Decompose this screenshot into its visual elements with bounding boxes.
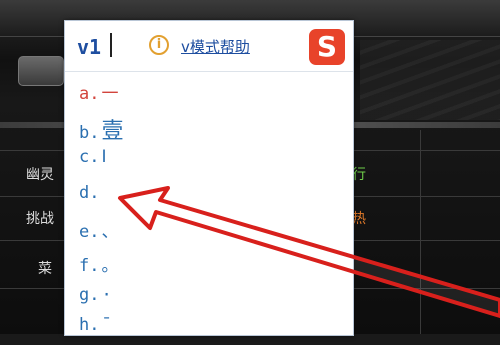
candidate-key: e. xyxy=(79,222,100,242)
info-icon[interactable]: i xyxy=(149,35,169,55)
ime-input-text: v1 xyxy=(77,35,102,59)
candidate-key: h. xyxy=(79,315,100,335)
candidate-key: g. xyxy=(79,285,100,305)
candidate-value: Ⅰ xyxy=(101,147,107,167)
candidate-item[interactable]: c. Ⅰ xyxy=(79,147,107,177)
game-menu-button[interactable] xyxy=(18,56,64,86)
candidate-key: b. xyxy=(79,123,100,143)
candidate-item[interactable]: h. ¯ xyxy=(79,315,112,345)
table-cell: 幽灵 xyxy=(26,167,54,183)
candidate-item[interactable]: e.、 xyxy=(79,217,118,247)
candidate-value: 壹 xyxy=(101,119,124,144)
candidate-key: a. xyxy=(79,84,100,104)
ime-header: v1 i v模式帮助 S xyxy=(65,21,353,72)
candidate-value: · xyxy=(101,285,112,305)
candidate-value: 、 xyxy=(101,222,119,242)
grid-line xyxy=(420,130,421,334)
decorative-panel xyxy=(360,40,500,120)
table-cell: 菜 xyxy=(38,261,52,277)
candidate-value: ¯ xyxy=(101,315,112,335)
candidate-value: 。 xyxy=(101,256,119,276)
candidate-item[interactable]: a. 一 xyxy=(79,79,118,109)
v-mode-help-link[interactable]: v模式帮助 xyxy=(181,36,250,57)
candidate-key: d. xyxy=(79,183,100,203)
table-cell: 热 xyxy=(352,211,366,227)
candidate-value: 一 xyxy=(101,84,119,104)
candidate-item[interactable]: f.。 xyxy=(79,251,118,281)
candidate-key: f. xyxy=(79,256,100,276)
table-cell: 行 xyxy=(352,167,366,183)
sogou-logo: S xyxy=(309,29,345,65)
candidate-key: c. xyxy=(79,147,100,167)
candidate-item[interactable]: g. · xyxy=(79,285,112,315)
ime-candidate-window: v1 i v模式帮助 S a. 一 b.壹 c. Ⅰ d. e.、 f.。 g. · … xyxy=(64,20,354,336)
text-caret xyxy=(110,33,112,57)
candidate-item[interactable]: b.壹 xyxy=(79,113,124,144)
table-cell: 挑战 xyxy=(26,211,54,227)
candidate-item[interactable]: d. xyxy=(79,183,101,213)
